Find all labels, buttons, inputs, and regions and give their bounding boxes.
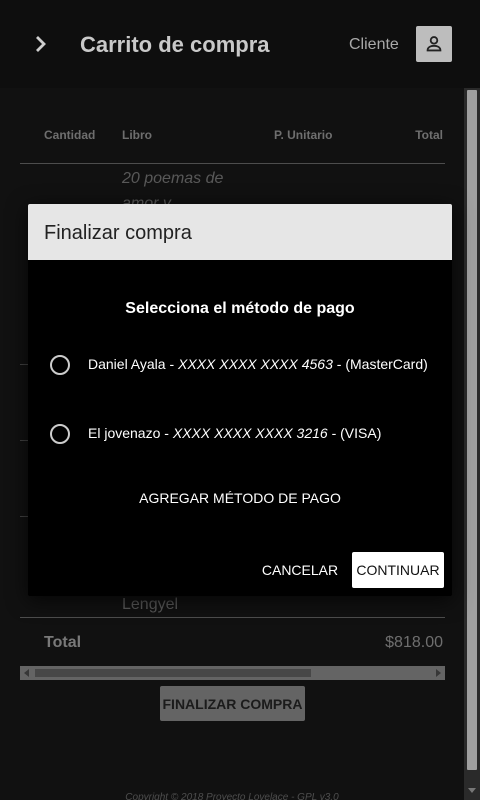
account-button[interactable]: [416, 26, 452, 62]
card-brand: - (MasterCard): [332, 356, 428, 372]
chevron-right-icon: [36, 36, 46, 52]
dialog-subtitle: Selecciona el método de pago: [125, 300, 355, 317]
cardholder-name: El jovenazo -: [88, 425, 173, 441]
add-payment-method-button[interactable]: AGREGAR MÉTODO DE PAGO: [28, 490, 452, 506]
scrollbar-thumb[interactable]: [467, 90, 477, 770]
continue-button[interactable]: CONTINUAR: [352, 552, 444, 588]
person-icon: [426, 36, 442, 52]
payment-method-label: Daniel Ayala - XXXX XXXX XXXX 4563 - (Ma…: [88, 356, 428, 372]
payment-method-option[interactable]: Daniel Ayala - XXXX XXXX XXXX 4563 - (Ma…: [28, 347, 452, 383]
app-bar: Carrito de compra Cliente: [0, 0, 480, 88]
radio-button[interactable]: [50, 424, 70, 444]
payment-method-option[interactable]: El jovenazo - XXXX XXXX XXXX 3216 - (VIS…: [28, 416, 452, 452]
user-role-label: Cliente: [349, 36, 399, 53]
menu-button[interactable]: [24, 28, 56, 60]
payment-method-label: El jovenazo - XXXX XXXX XXXX 3216 - (VIS…: [88, 425, 381, 441]
vertical-scrollbar[interactable]: [464, 88, 480, 800]
dialog-header: Finalizar compra: [28, 204, 452, 260]
card-number: XXXX XXXX XXXX 3216: [172, 425, 328, 441]
page-title: Carrito de compra: [80, 32, 270, 57]
scroll-down-arrow-icon[interactable]: [468, 788, 476, 793]
checkout-dialog: Finalizar compra Selecciona el método de…: [28, 204, 452, 596]
card-brand: - (VISA): [327, 425, 382, 441]
cancel-button[interactable]: CANCELAR: [260, 552, 340, 588]
cardholder-name: Daniel Ayala -: [88, 356, 179, 372]
card-number: XXXX XXXX XXXX 4563: [178, 356, 333, 372]
radio-button[interactable]: [50, 355, 70, 375]
dialog-title: Finalizar compra: [44, 222, 192, 244]
